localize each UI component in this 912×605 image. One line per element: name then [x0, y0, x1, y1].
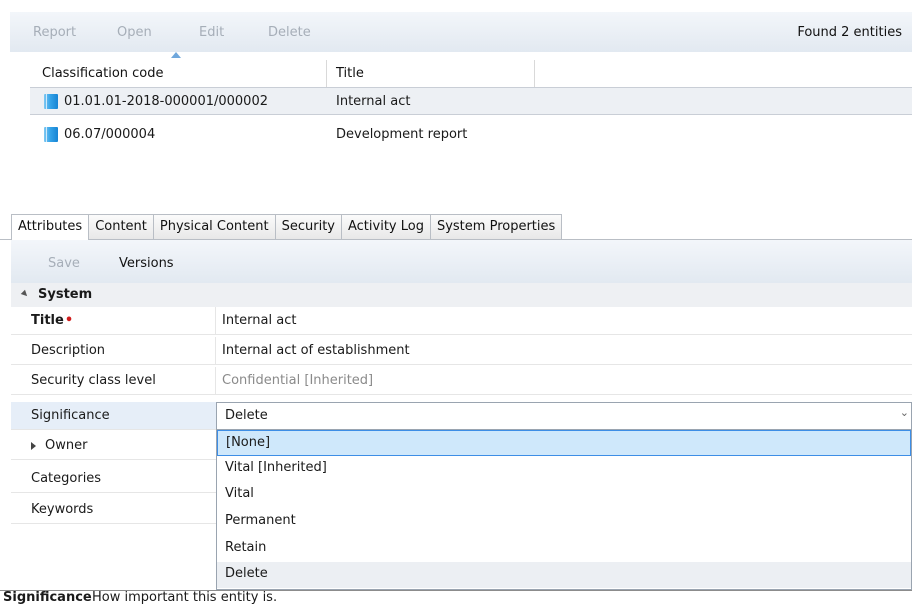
list-header: Classification code Title: [30, 60, 912, 87]
combobox-value: Delete: [225, 408, 268, 423]
dropdown-option-permanent[interactable]: Permanent: [217, 509, 911, 535]
classification-code-cell: 06.07/000004: [64, 127, 156, 142]
classification-code-cell: 01.01.01-2018-000001/000002: [64, 94, 268, 109]
tab-attributes[interactable]: Attributes: [11, 214, 90, 240]
column-divider: [215, 307, 216, 335]
save-button[interactable]: Save: [48, 256, 80, 271]
table-row[interactable]: 01.01.01-2018-000001/000002 Internal act: [30, 87, 912, 115]
property-name: Owner: [45, 438, 88, 453]
dropdown-option-none[interactable]: [None]: [217, 430, 911, 456]
significance-dropdown-list: [None] Vital [Inherited] Vital Permanent…: [216, 430, 912, 590]
column-divider[interactable]: [534, 60, 535, 87]
versions-button[interactable]: Versions: [119, 256, 174, 271]
property-value[interactable]: Internal act of establishment: [222, 343, 410, 358]
property-row-security-class-level[interactable]: Security class level Confidential [Inher…: [11, 367, 912, 395]
expand-triangle-icon[interactable]: [31, 442, 36, 450]
property-group-system[interactable]: System: [11, 283, 912, 307]
significance-combobox[interactable]: Delete ⌄: [216, 402, 912, 430]
property-row-description[interactable]: Description Internal act of establishmen…: [11, 337, 912, 365]
report-button[interactable]: Report: [33, 25, 76, 40]
property-description-bar: Significance How important this entity i…: [0, 590, 912, 605]
document-icon: [44, 94, 58, 109]
dropdown-option-vital[interactable]: Vital: [217, 482, 911, 508]
property-name: Categories: [31, 471, 102, 486]
property-value[interactable]: Internal act: [222, 313, 296, 328]
title-cell: Development report: [336, 127, 468, 142]
chevron-down-icon[interactable]: ⌄: [900, 406, 909, 419]
table-row[interactable]: 06.07/000004 Development report: [30, 121, 912, 149]
property-name: Description: [31, 343, 106, 358]
entity-toolbar: Report Open Edit Delete Found 2 entities: [10, 12, 912, 52]
column-divider: [215, 337, 216, 365]
tab-security[interactable]: Security: [274, 214, 342, 239]
tab-activity-log[interactable]: Activity Log: [341, 214, 431, 239]
dropdown-option-vital-inherited[interactable]: Vital [Inherited]: [217, 456, 911, 482]
dropdown-option-retain[interactable]: Retain: [217, 536, 911, 562]
tab-system-properties[interactable]: System Properties: [429, 214, 563, 239]
title-cell: Internal act: [336, 94, 411, 109]
collapse-triangle-icon[interactable]: [20, 289, 30, 299]
delete-button[interactable]: Delete: [268, 25, 311, 40]
description-text: How important this entity is.: [92, 590, 278, 605]
property-name: Title•: [31, 313, 74, 328]
column-header-classification-code[interactable]: Classification code: [42, 66, 164, 81]
group-label: System: [38, 287, 93, 302]
column-header-title[interactable]: Title: [336, 66, 364, 81]
property-name: Significance: [31, 408, 110, 423]
property-row-title[interactable]: Title• Internal act: [11, 307, 912, 335]
document-icon: [44, 127, 58, 142]
property-name: Security class level: [31, 373, 156, 388]
column-divider[interactable]: [326, 60, 327, 87]
tab-content[interactable]: Content: [88, 214, 154, 239]
dropdown-option-delete[interactable]: Delete: [217, 562, 911, 588]
required-marker: •: [64, 313, 74, 328]
result-count: Found 2 entities: [797, 25, 902, 40]
tab-physical-content[interactable]: Physical Content: [152, 214, 276, 239]
sort-ascending-icon: [171, 52, 181, 58]
column-divider: [215, 367, 216, 395]
open-button[interactable]: Open: [117, 25, 152, 40]
description-property-label: Significance: [3, 590, 92, 605]
attributes-toolbar: Save Versions: [11, 240, 912, 283]
detail-tabs: Attributes Content Physical Content Secu…: [11, 214, 563, 240]
edit-button[interactable]: Edit: [199, 25, 224, 40]
property-name: Keywords: [31, 502, 94, 517]
property-value[interactable]: Confidential [Inherited]: [222, 373, 373, 388]
